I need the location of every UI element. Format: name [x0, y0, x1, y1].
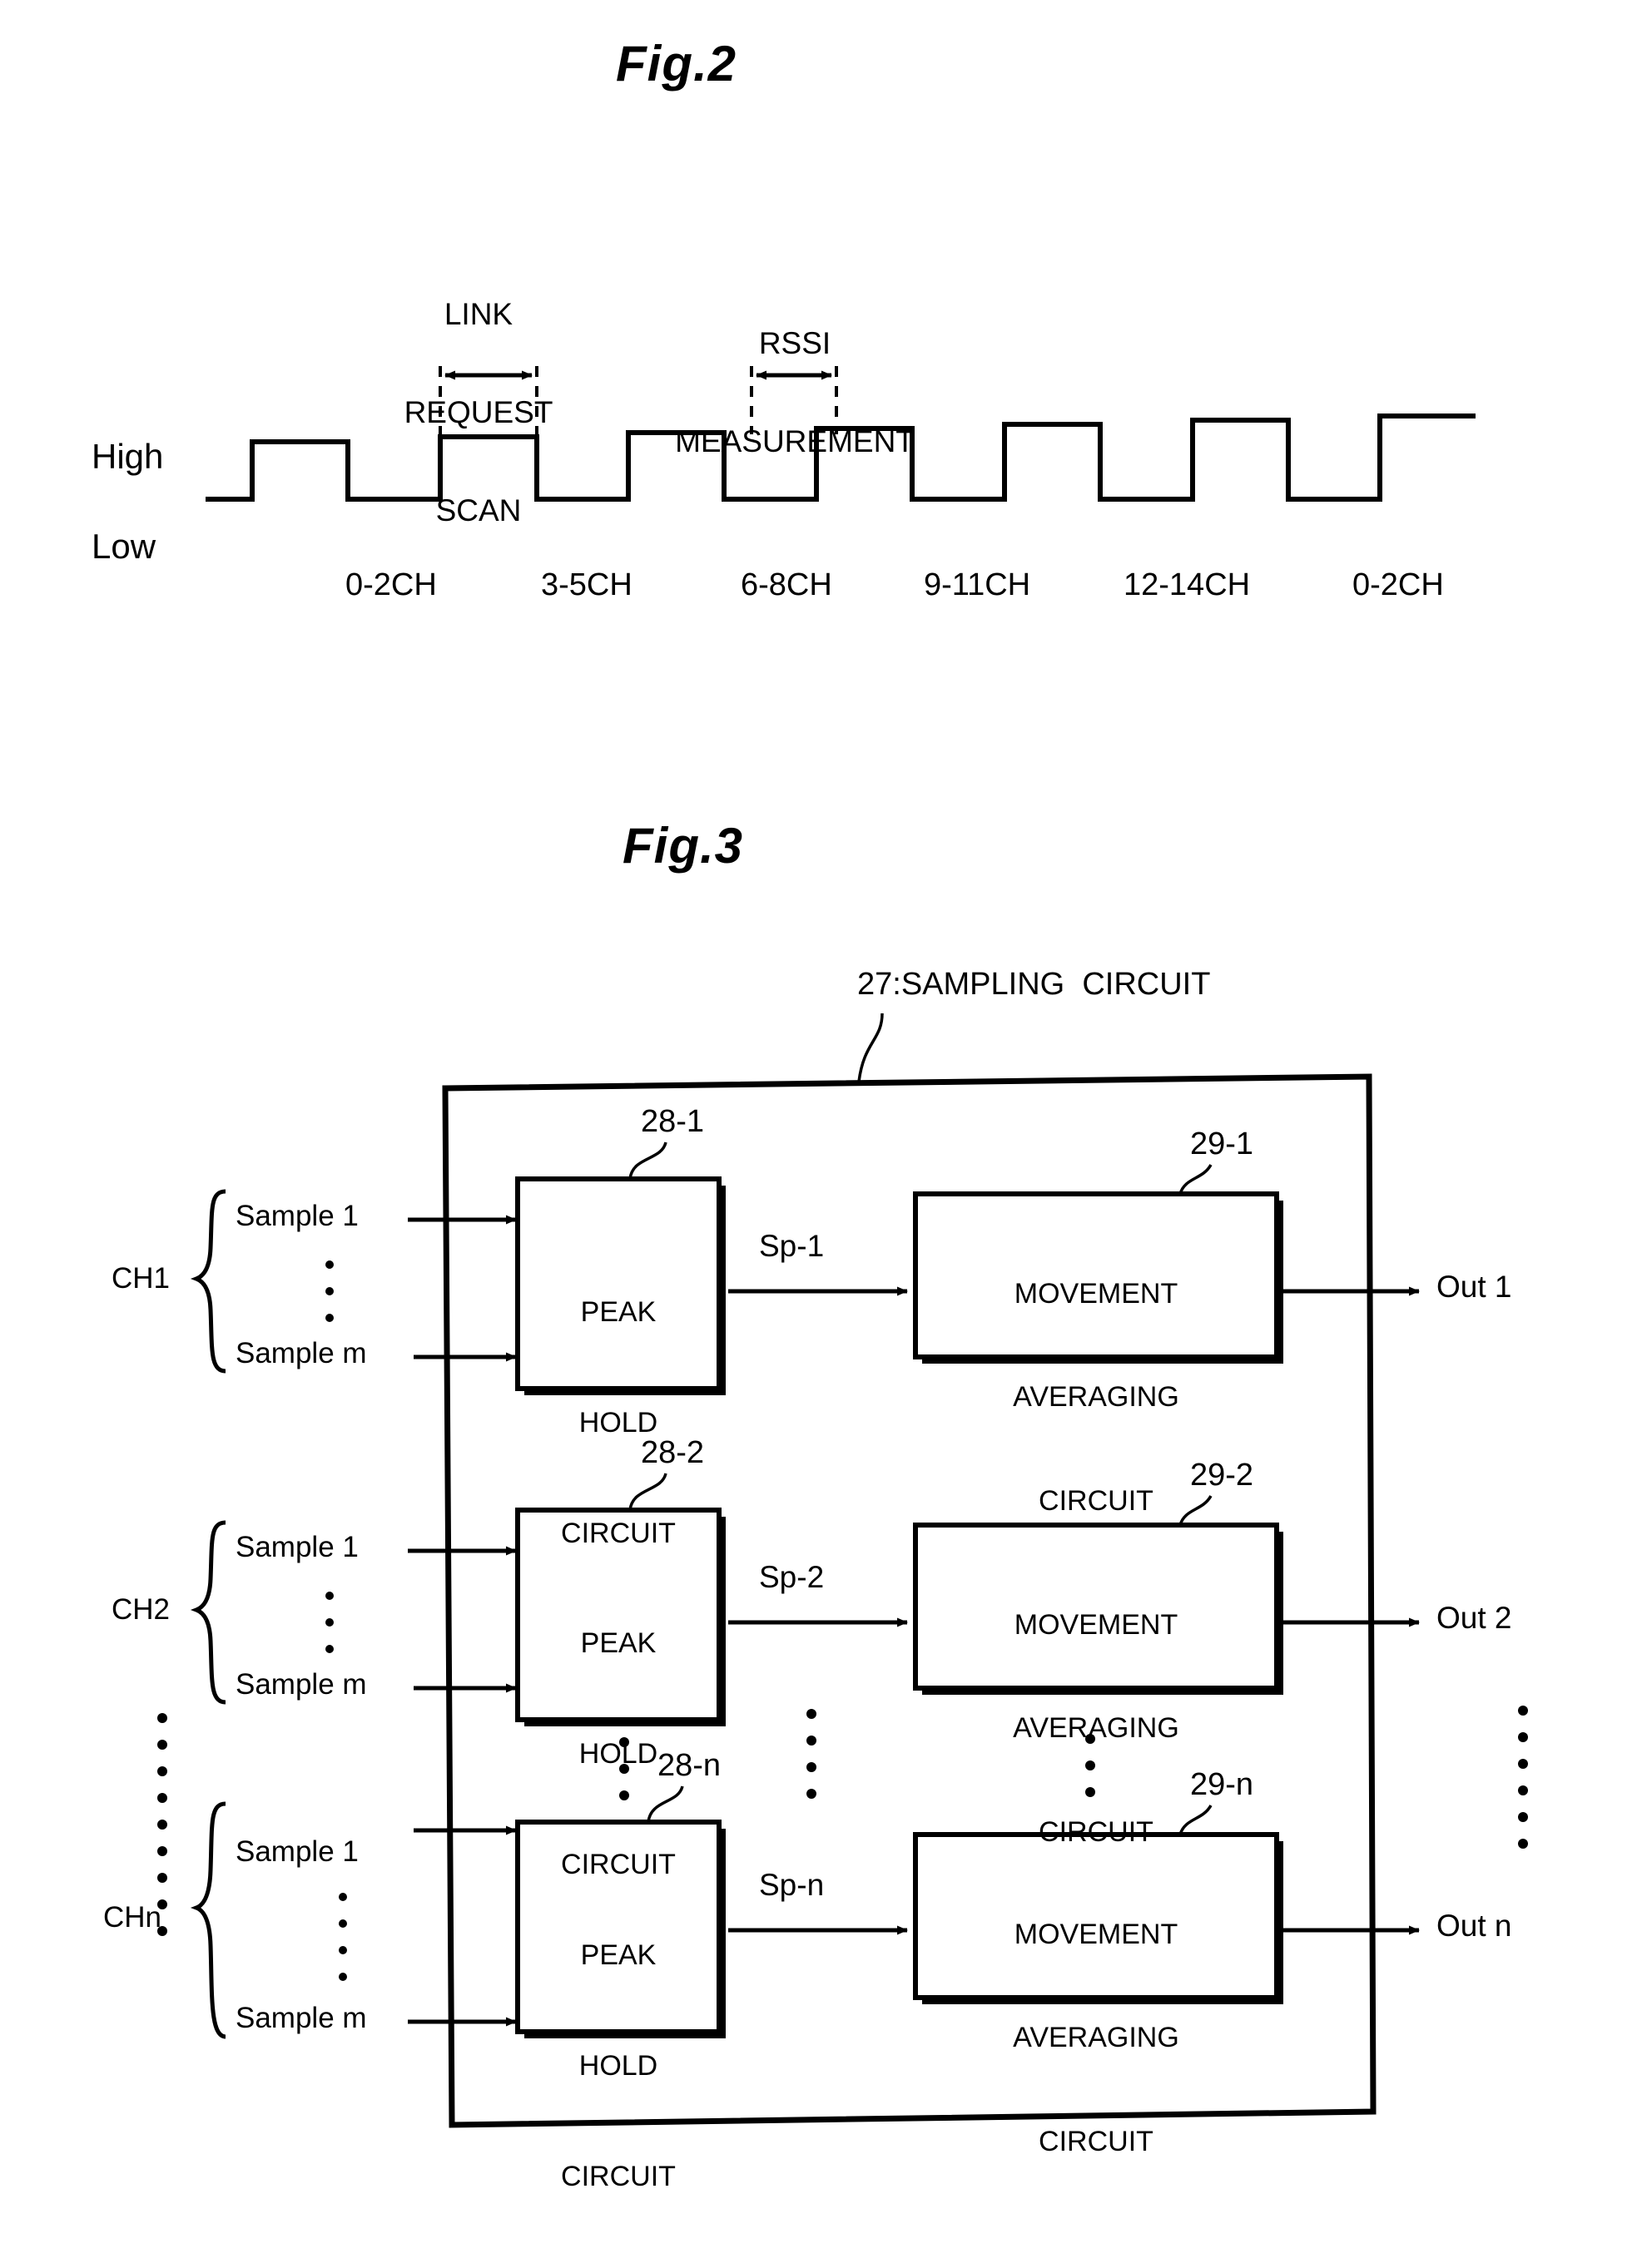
- movement-avg-2-line-2: AVERAGING: [1013, 1712, 1179, 1745]
- channel-label-1: 3-5CH: [541, 567, 632, 602]
- sampling-circuit-label: 27:SAMPLING CIRCUIT: [857, 967, 1211, 1002]
- movement-avg-1-line-2: AVERAGING: [1013, 1381, 1179, 1414]
- patent-drawing-sheet: Fig.2 LINK REQUEST SCAN RSSI MEASUREMENT…: [0, 0, 1642, 2236]
- output-out-1: Out 1: [1436, 1270, 1512, 1304]
- chn-sample-first: Sample 1: [236, 1835, 359, 1868]
- movement-avg-2-line-3: CIRCUIT: [1039, 1815, 1153, 1848]
- peak-hold-2-line-1: PEAK: [580, 1627, 657, 1660]
- movement-averaging-circuit-n-label: MOVEMENT AVERAGING CIRCUIT: [915, 1849, 1277, 2228]
- peak-hold-n-line-3: CIRCUIT: [561, 2160, 676, 2192]
- output-out-2: Out 2: [1436, 1601, 1512, 1635]
- ref-leader-28-1: [628, 1141, 667, 1180]
- channel-label-0: 0-2CH: [345, 567, 437, 602]
- link-request-scan-line-3: SCAN: [435, 493, 522, 527]
- chn-sample-last: Sample m: [236, 2002, 367, 2034]
- chn-brace: [190, 1801, 226, 2039]
- peak-hold-n-line-2: HOLD: [578, 2049, 658, 2082]
- movement-avg-1-line-1: MOVEMENT: [1014, 1277, 1178, 1310]
- ellipsis-ch1-samples: [325, 1260, 334, 1322]
- ellipsis-sp: [806, 1709, 816, 1799]
- channel-label-chn: CHn: [103, 1901, 162, 1934]
- sampling-circuit-leader: [857, 1013, 884, 1082]
- ref-29-n: 29-n: [1190, 1767, 1254, 1802]
- movement-avg-n-line-3: CIRCUIT: [1039, 2125, 1153, 2157]
- link-request-scan-line-1: LINK: [444, 297, 513, 332]
- peak-hold-1-line-3: CIRCUIT: [561, 1517, 676, 1549]
- ref-28-2: 28-2: [641, 1435, 705, 1470]
- ch2-sample-first: Sample 1: [236, 1531, 359, 1563]
- movement-averaging-circuit-1-label: MOVEMENT AVERAGING CIRCUIT: [915, 1208, 1277, 1587]
- channel-label-5: 0-2CH: [1352, 567, 1444, 602]
- ch2-brace: [190, 1520, 226, 1705]
- ch1-sample-first: Sample 1: [236, 1200, 359, 1232]
- movement-avg-n-line-1: MOVEMENT: [1014, 1918, 1178, 1950]
- ch1-brace: [190, 1189, 226, 1374]
- signal-sp-2: Sp-2: [759, 1560, 825, 1594]
- ch1-sample-last: Sample m: [236, 1337, 367, 1369]
- link-request-scan-label: LINK REQUEST SCAN: [379, 233, 578, 592]
- peak-hold-n-line-1: PEAK: [580, 1939, 657, 1972]
- ref-29-1: 29-1: [1190, 1127, 1254, 1161]
- channel-label-ch1: CH1: [112, 1262, 171, 1295]
- movement-avg-n-line-2: AVERAGING: [1013, 2022, 1179, 2054]
- waveform-low-label: Low: [92, 527, 156, 566]
- fig3-title: Fig.3: [623, 818, 744, 874]
- channel-label-4: 12-14CH: [1124, 567, 1251, 602]
- ellipsis-outputs: [1518, 1706, 1528, 1849]
- fig2-title: Fig.2: [616, 36, 737, 92]
- ch2-sample-last: Sample m: [236, 1668, 367, 1701]
- peak-hold-circuit-n-label: PEAK HOLD CIRCUIT: [518, 1864, 719, 2268]
- ref-29-2: 29-2: [1190, 1458, 1254, 1493]
- movement-avg-2-line-1: MOVEMENT: [1014, 1608, 1178, 1641]
- ellipsis-chn-samples: [339, 1893, 347, 1981]
- channel-label-ch2: CH2: [112, 1593, 171, 1626]
- rssi-measurement-line-1: RSSI: [758, 326, 831, 361]
- output-out-n: Out n: [1436, 1909, 1512, 1943]
- channel-label-3: 9-11CH: [924, 567, 1031, 602]
- rssi-measurement-label: RSSI MEASUREMENT: [616, 262, 974, 523]
- ref-28-n: 28-n: [657, 1748, 722, 1783]
- signal-sp-n: Sp-n: [759, 1868, 825, 1902]
- ellipsis-ch2-samples: [325, 1592, 334, 1653]
- ref-28-1: 28-1: [641, 1104, 705, 1139]
- peak-hold-1-line-1: PEAK: [580, 1296, 657, 1329]
- link-request-scan-line-2: REQUEST: [404, 395, 553, 430]
- ref-leader-29-1: [1178, 1164, 1213, 1195]
- signal-sp-1: Sp-1: [759, 1229, 825, 1263]
- waveform-high-label: High: [92, 437, 164, 476]
- rssi-measurement-line-2: MEASUREMENT: [675, 424, 915, 459]
- channel-label-2: 6-8CH: [741, 567, 832, 602]
